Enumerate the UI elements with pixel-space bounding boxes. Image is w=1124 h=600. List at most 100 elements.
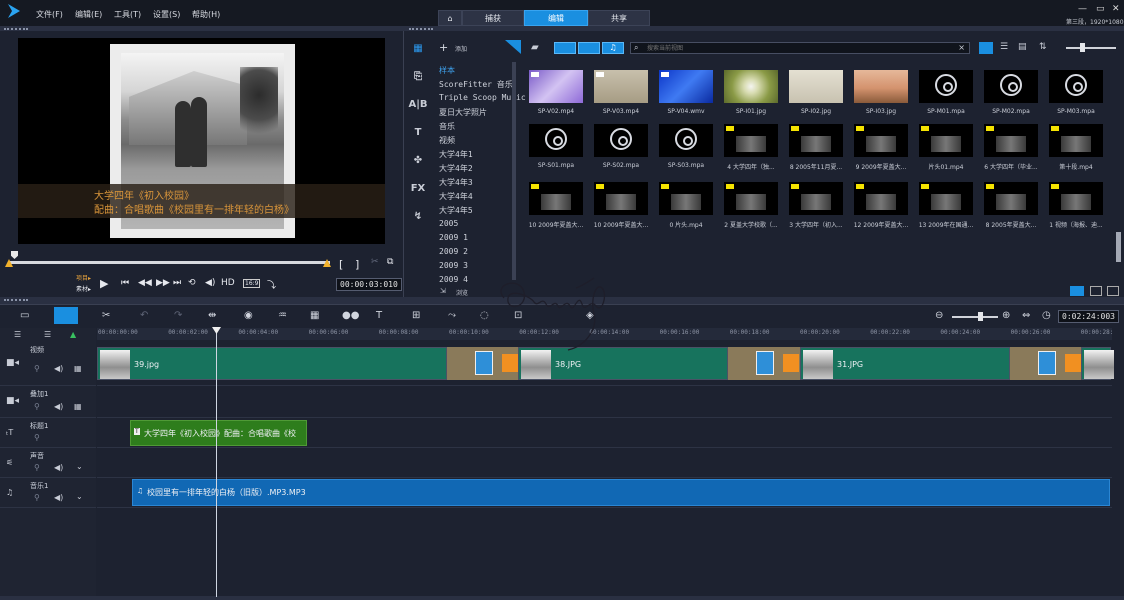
media-thumbnail[interactable] bbox=[529, 182, 583, 215]
folder-item[interactable]: 2009 3 bbox=[439, 261, 468, 270]
hd-toggle[interactable]: HD bbox=[221, 278, 235, 288]
project-mode-label[interactable]: 项目▸ bbox=[76, 273, 91, 282]
sort-icon[interactable]: ⇅ bbox=[1039, 42, 1047, 52]
timeline-view-icon[interactable] bbox=[54, 307, 78, 324]
media-thumbnail[interactable] bbox=[529, 124, 583, 157]
record-capture-icon[interactable]: ◉ bbox=[244, 310, 253, 321]
voice-track[interactable] bbox=[97, 448, 1112, 478]
details-view-icon[interactable]: ▤ bbox=[1018, 42, 1027, 52]
panel-grip-icon[interactable] bbox=[4, 299, 28, 301]
folder-scrollbar[interactable] bbox=[512, 62, 516, 280]
go-end-icon[interactable]: ⏭ bbox=[173, 278, 181, 288]
chapter-point-icon[interactable]: ☰ bbox=[44, 330, 51, 339]
media-thumbnail[interactable] bbox=[659, 182, 713, 215]
folder-item[interactable]: 2009 1 bbox=[439, 233, 468, 242]
menu-file[interactable]: 文件(F) bbox=[36, 9, 63, 20]
motion-tracking-icon[interactable]: ●● bbox=[342, 310, 359, 321]
preview-timecode[interactable]: 00:00:03:010 bbox=[336, 278, 402, 291]
zoom-out-icon[interactable]: ⊖ bbox=[935, 310, 943, 321]
media-thumbnail[interactable] bbox=[919, 182, 973, 215]
link-icon[interactable]: ⚲ bbox=[34, 364, 40, 373]
folder-item[interactable]: 音乐 bbox=[439, 121, 455, 132]
play-icon[interactable]: ▶ bbox=[100, 277, 108, 290]
layout-button[interactable] bbox=[1070, 286, 1084, 296]
split-clip-icon[interactable]: ✂ bbox=[371, 257, 379, 267]
video-clip[interactable] bbox=[1081, 347, 1114, 380]
media-thumbnail[interactable] bbox=[724, 124, 778, 157]
media-thumbnail[interactable] bbox=[789, 70, 843, 103]
home-tab[interactable]: ⌂ bbox=[438, 10, 462, 26]
media-thumbnail[interactable] bbox=[594, 124, 648, 157]
folder-item[interactable]: 大学4年2 bbox=[439, 163, 473, 174]
storyboard-view-icon[interactable]: ▭ bbox=[20, 310, 29, 321]
tab-edit[interactable]: 编辑 bbox=[524, 10, 588, 26]
multi-camera-icon[interactable]: ⊞ bbox=[412, 310, 420, 321]
show-video-button[interactable] bbox=[554, 42, 576, 54]
enlarge-preview-icon[interactable]: ⧉ bbox=[387, 257, 393, 267]
media-thumbnail[interactable] bbox=[789, 182, 843, 215]
mute-icon[interactable]: ◀) bbox=[54, 463, 63, 472]
auto-music-icon[interactable]: ▦ bbox=[310, 310, 319, 321]
folder-item[interactable]: 视频 bbox=[439, 135, 455, 146]
track-manager-icon[interactable]: ☰ bbox=[14, 330, 21, 339]
browse-label[interactable]: 浏览 bbox=[456, 288, 468, 297]
repeat-icon[interactable]: ⟲ bbox=[188, 278, 196, 288]
media-icon[interactable]: ▦ bbox=[408, 40, 428, 58]
add-folder-icon[interactable]: + bbox=[439, 41, 448, 54]
aspect-ratio-button[interactable]: 16:9 bbox=[243, 279, 261, 288]
link-icon[interactable]: ⚲ bbox=[34, 463, 40, 472]
media-thumbnail[interactable] bbox=[854, 182, 908, 215]
layout-button[interactable] bbox=[1107, 286, 1119, 296]
graphics-icon[interactable]: ✤ bbox=[408, 152, 428, 170]
folder-item[interactable]: 大学4年4 bbox=[439, 191, 473, 202]
timeline-timecode[interactable]: 0:02:24:003 bbox=[1058, 310, 1119, 323]
video-clip[interactable]: 39.jpg bbox=[97, 347, 447, 380]
media-thumbnail[interactable] bbox=[659, 70, 713, 103]
panel-grip-icon[interactable] bbox=[409, 28, 433, 30]
media-thumbnail[interactable] bbox=[724, 70, 778, 103]
ripple-edit-icon[interactable]: ▲ bbox=[70, 330, 76, 339]
folder-item[interactable]: 2005 bbox=[439, 219, 458, 228]
media-thumbnail[interactable] bbox=[984, 124, 1038, 157]
undo-icon[interactable]: ↶ bbox=[140, 310, 148, 321]
folder-item[interactable]: 大学4年1 bbox=[439, 149, 473, 160]
timeline-playhead[interactable] bbox=[216, 329, 217, 597]
link-icon[interactable]: ⚲ bbox=[34, 433, 40, 442]
layout-button[interactable] bbox=[1090, 286, 1102, 296]
menu-edit[interactable]: 编辑(E) bbox=[75, 9, 102, 20]
minimize-button[interactable]: — bbox=[1078, 4, 1087, 14]
folder-open-icon[interactable]: ▰ bbox=[531, 42, 539, 53]
menu-help[interactable]: 帮助(H) bbox=[192, 9, 220, 20]
maximize-button[interactable]: ▭ bbox=[1096, 4, 1105, 14]
media-scrollbar[interactable] bbox=[1116, 232, 1121, 262]
folder-item[interactable]: ScoreFitter 音乐 bbox=[439, 79, 513, 90]
zoom-slider[interactable] bbox=[952, 316, 998, 318]
mute-icon[interactable]: ◀) bbox=[54, 364, 63, 373]
subtitle-editor-icon[interactable]: T bbox=[376, 310, 382, 321]
mask-creator-icon[interactable]: ◌ bbox=[480, 310, 489, 321]
volume-icon[interactable]: ◀) bbox=[205, 278, 215, 288]
media-thumbnail[interactable] bbox=[1049, 70, 1103, 103]
fit-project-icon[interactable]: ⇹ bbox=[208, 310, 216, 321]
media-thumbnail[interactable] bbox=[594, 182, 648, 215]
folder-item[interactable]: 大学4年5 bbox=[439, 205, 473, 216]
media-thumbnail[interactable] bbox=[854, 124, 908, 157]
grid-icon[interactable]: ▦ bbox=[74, 402, 82, 411]
show-audio-button[interactable]: ♫ bbox=[602, 42, 624, 54]
search-input[interactable] bbox=[647, 43, 947, 53]
media-thumbnail[interactable] bbox=[854, 70, 908, 103]
preview-viewer[interactable]: 大学四年《初入校园》 配曲：合唱歌曲《校园里有一排年轻的白杨》 bbox=[18, 38, 385, 244]
media-thumbnail[interactable] bbox=[984, 182, 1038, 215]
media-thumbnail[interactable] bbox=[1049, 124, 1103, 157]
browse-icon[interactable]: ⇲ bbox=[440, 287, 446, 295]
tab-capture[interactable]: 捕获 bbox=[462, 10, 524, 26]
folder-item[interactable]: 样本 bbox=[439, 65, 455, 76]
media-thumbnail[interactable] bbox=[789, 124, 843, 157]
media-thumbnail[interactable] bbox=[594, 70, 648, 103]
fx-icon[interactable]: FX bbox=[408, 180, 428, 198]
title-icon[interactable]: T bbox=[408, 124, 428, 142]
grid-icon[interactable]: ▦ bbox=[74, 364, 82, 373]
folder-item[interactable]: 2009 2 bbox=[439, 247, 468, 256]
expand-chevron-icon[interactable]: ⌄ bbox=[76, 462, 83, 471]
transition-clip[interactable] bbox=[1010, 347, 1082, 380]
